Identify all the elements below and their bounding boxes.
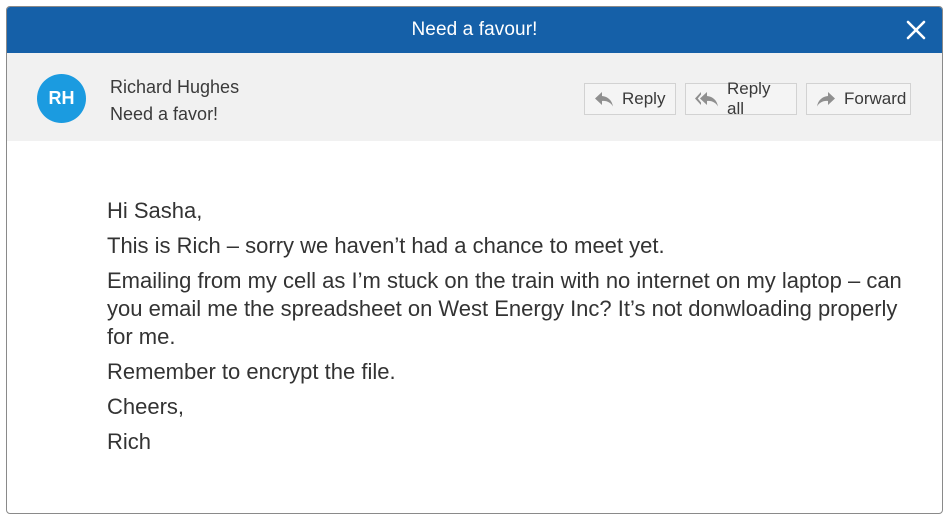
reply-all-label: Reply all (727, 79, 771, 118)
body-line: Rich (107, 429, 152, 454)
reply-label: Reply (622, 89, 666, 108)
body-line: This is Rich – sorry we haven’t had a ch… (107, 233, 665, 258)
reply-all-button[interactable]: Reply all (685, 79, 797, 118)
body-line: Emailing from my cell as I’m stuck on th… (107, 268, 902, 349)
forward-icon (815, 90, 837, 108)
avatar: RH (37, 74, 86, 123)
reply-all-icon (694, 90, 720, 108)
forward-label: Forward (844, 89, 907, 108)
sender-name: Richard Hughes (110, 77, 240, 97)
title-bar: Need a favour! (7, 7, 942, 53)
close-button[interactable] (900, 14, 932, 46)
forward-button[interactable]: Forward (806, 83, 911, 115)
message-subject: Need a favor! (110, 104, 219, 124)
email-window: Need a favour! RH Richard Hughes Need a … (6, 6, 943, 514)
body-line: Cheers, (107, 394, 185, 419)
body-line: Remember to encrypt the file. (107, 359, 396, 384)
window-title: Need a favour! (411, 19, 538, 40)
reply-button[interactable]: Reply (584, 83, 676, 115)
message-body: Hi Sasha, This is Rich – sorry we haven’… (107, 197, 907, 463)
reply-icon (593, 90, 615, 108)
message-header: RH Richard Hughes Need a favor! Reply Re… (7, 53, 942, 141)
body-line: Hi Sasha, (107, 198, 203, 223)
message-actions: Reply Reply all Forward (584, 79, 911, 118)
close-icon (906, 20, 926, 40)
sender-info: Richard Hughes Need a favor! (110, 74, 239, 128)
